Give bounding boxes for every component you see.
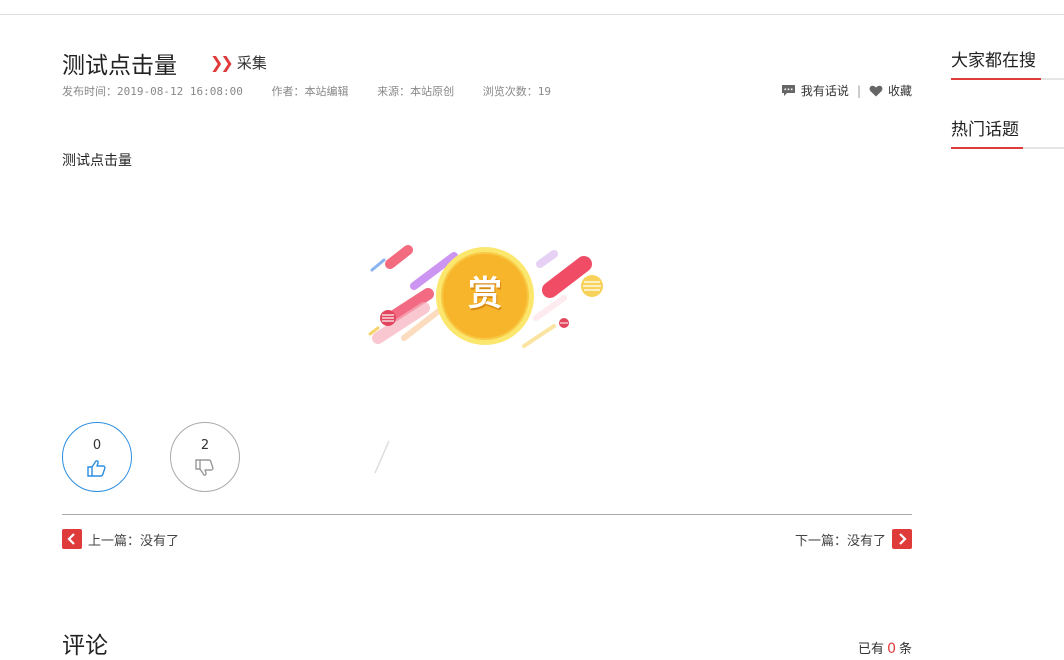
source: 来源：本站原创 [377, 85, 455, 98]
author: 作者：本站编辑 [271, 85, 349, 98]
next-article-label: 下一篇：没有了 [794, 533, 886, 549]
sidebar-block-searches: 大家都在搜 [951, 46, 1064, 80]
comments-count-suffix: 条 [898, 642, 912, 657]
reward-label: 赏 [468, 274, 502, 314]
collect-link[interactable]: ❯❯ 采集 [210, 52, 267, 73]
comments-count-number: 0 [887, 641, 896, 657]
decorative-slash [374, 440, 390, 474]
next-article-link[interactable]: 下一篇：没有了 [795, 529, 912, 549]
dislike-count: 2 [200, 438, 210, 453]
double-chevron-right-icon: ❯❯ [210, 53, 234, 72]
prev-article-link[interactable]: 上一篇：没有了 [62, 529, 179, 549]
article-main: 测试点击量 ❯❯ 采集 发布时间：2019-08-12 16:08:00 作者：本… [62, 0, 912, 659]
article-body: 测试点击量 [62, 153, 132, 169]
favorite-label: 收藏 [887, 84, 912, 98]
comments-count-prefix: 已有 [858, 642, 885, 657]
comment-label: 我有话说 [800, 84, 849, 98]
heart-icon [869, 85, 883, 96]
sidebar: 大家都在搜 热门话题 [951, 0, 1064, 652]
chevron-left-icon [62, 529, 82, 549]
sidebar-title-topics: 热门话题 [951, 120, 1019, 140]
prev-article-label: 上一篇：没有了 [88, 533, 180, 549]
action-separator: | [856, 83, 861, 98]
article-title: 测试点击量 [62, 53, 177, 79]
sidebar-underline [951, 78, 1064, 80]
thumbs-up-icon [87, 460, 106, 477]
sidebar-block-topics: 热门话题 [951, 115, 1064, 149]
like-button[interactable]: 0 [62, 422, 132, 492]
comment-bubble-icon [781, 85, 795, 96]
favorite-button[interactable]: 收藏 [869, 82, 912, 99]
thumbs-down-icon [195, 459, 214, 476]
dislike-button[interactable]: 2 [170, 422, 240, 492]
nav-divider [62, 514, 912, 515]
sidebar-title-searches: 大家都在搜 [951, 51, 1036, 71]
collect-label: 采集 [236, 54, 267, 72]
comments-count: 已有 0 条 [858, 638, 912, 657]
comment-button[interactable]: 我有话说 [781, 82, 849, 99]
reward-button[interactable]: 赏 [364, 233, 615, 356]
publish-time: 发布时间：2019-08-12 16:08:00 [62, 85, 243, 98]
view-count: 浏览次数：19 [482, 85, 551, 98]
chevron-right-icon [892, 529, 912, 549]
comments-title: 评论 [62, 633, 108, 659]
article-meta: 发布时间：2019-08-12 16:08:00 作者：本站编辑 来源：本站原创… [62, 83, 573, 99]
sidebar-underline [951, 147, 1064, 149]
article-actions: 我有话说 | 收藏 [781, 82, 912, 99]
like-count: 0 [92, 438, 102, 453]
